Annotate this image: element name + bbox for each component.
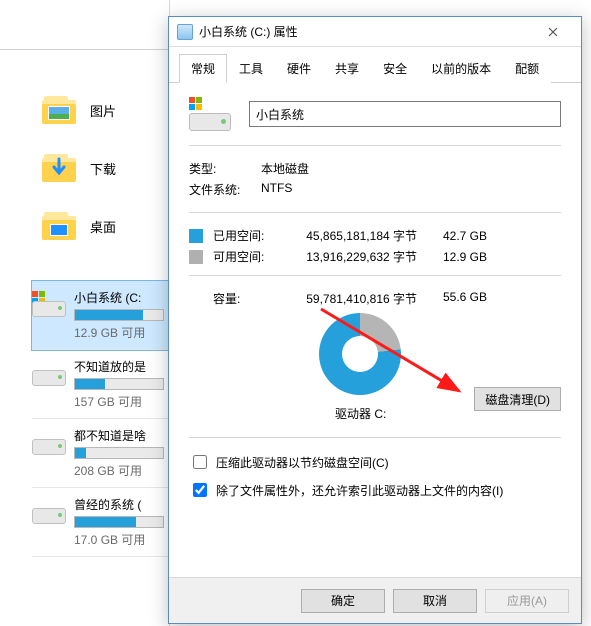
desktop-folder-icon (42, 212, 76, 240)
library-item-pictures[interactable]: 图片 (0, 90, 169, 148)
chart-drive-label: 驱动器 C: (335, 405, 386, 422)
library-label: 下载 (90, 159, 116, 178)
used-gb: 42.7 GB (425, 229, 487, 243)
drive-usage-bar (74, 516, 164, 528)
hdd-icon (32, 291, 66, 319)
tab-strip: 常规工具硬件共享安全以前的版本配额 (169, 47, 581, 83)
type-label: 类型: (189, 160, 261, 177)
drive-free-text: 17.0 GB 可用 (74, 531, 164, 548)
library-label: 桌面 (90, 217, 116, 236)
drive-name: 都不知道是啥 (74, 427, 164, 444)
drive-name: 曾经的系统 ( (74, 496, 164, 513)
tab-content-general: 类型:本地磁盘 文件系统:NTFS 已用空间: 45,865,181,184 字… (169, 83, 581, 518)
drive-free-text: 208 GB 可用 (74, 462, 164, 479)
titlebar: 小白系统 (C:) 属性 (169, 17, 581, 47)
drive-item-3[interactable]: 曾经的系统 ( 17.0 GB 可用 (32, 488, 170, 557)
drive-name-input[interactable] (249, 101, 561, 127)
close-button[interactable] (533, 18, 573, 46)
cap-gb: 55.6 GB (425, 290, 487, 307)
drive-item-2[interactable]: 都不知道是啥 208 GB 可用 (32, 419, 170, 488)
cancel-button[interactable]: 取消 (393, 589, 477, 613)
drive-usage-bar (74, 309, 164, 321)
tab-6[interactable]: 配额 (503, 54, 551, 83)
fs-label: 文件系统: (189, 181, 261, 198)
tab-2[interactable]: 硬件 (275, 54, 323, 83)
apply-button[interactable]: 应用(A) (485, 589, 569, 613)
library-label: 图片 (90, 101, 116, 120)
type-value: 本地磁盘 (261, 160, 309, 177)
downloads-folder-icon (42, 154, 76, 182)
used-label: 已用空间: (213, 227, 275, 244)
tab-0[interactable]: 常规 (179, 54, 227, 83)
index-label: 除了文件属性外，还允许索引此驱动器上文件的内容(I) (216, 482, 503, 499)
tab-5[interactable]: 以前的版本 (419, 54, 503, 83)
disk-cleanup-button[interactable]: 磁盘清理(D) (474, 387, 561, 411)
close-icon (548, 27, 558, 37)
index-option[interactable]: 除了文件属性外，还允许索引此驱动器上文件的内容(I) (189, 480, 561, 500)
used-swatch (189, 229, 203, 243)
drive-usage-bar (74, 447, 164, 459)
index-checkbox[interactable] (193, 483, 207, 497)
compress-checkbox[interactable] (193, 455, 207, 469)
compress-option[interactable]: 压缩此驱动器以节约磁盘空间(C) (189, 452, 561, 472)
fs-value: NTFS (261, 181, 292, 198)
drive-large-icon (189, 97, 231, 131)
dialog-title: 小白系统 (C:) 属性 (199, 23, 298, 40)
properties-dialog: 小白系统 (C:) 属性 常规工具硬件共享安全以前的版本配额 类型:本地磁盘 文… (168, 16, 582, 624)
free-label: 可用空间: (213, 248, 275, 265)
tab-4[interactable]: 安全 (371, 54, 419, 83)
hdd-icon (32, 498, 66, 526)
ok-button[interactable]: 确定 (301, 589, 385, 613)
tab-3[interactable]: 共享 (323, 54, 371, 83)
drive-name: 不知道放的是 (74, 358, 164, 375)
drive-item-0[interactable]: 小白系统 (C: 12.9 GB 可用 (32, 281, 170, 350)
cap-bytes: 59,781,410,816 字节 (275, 290, 425, 307)
drive-free-text: 12.9 GB 可用 (74, 324, 164, 341)
free-bytes: 13,916,229,632 字节 (275, 248, 425, 265)
free-gb: 12.9 GB (425, 250, 487, 264)
dialog-footer: 确定 取消 应用(A) (169, 577, 581, 623)
drive-icon (177, 24, 193, 40)
explorer-ribbon (0, 0, 169, 50)
pictures-folder-icon (42, 96, 76, 124)
explorer-sidebar: 图片下载桌面 小白系统 (C: 12.9 GB 可用不知道放的是 157 GB 可用… (0, 0, 170, 626)
drive-usage-bar (74, 378, 164, 390)
library-item-desktop[interactable]: 桌面 (0, 206, 169, 264)
tab-1[interactable]: 工具 (227, 54, 275, 83)
cap-label: 容量: (189, 290, 275, 307)
free-swatch (189, 250, 203, 264)
drive-free-text: 157 GB 可用 (74, 393, 164, 410)
usage-donut-chart (319, 313, 401, 395)
drive-item-1[interactable]: 不知道放的是 157 GB 可用 (32, 350, 170, 419)
hdd-icon (32, 360, 66, 388)
used-bytes: 45,865,181,184 字节 (275, 227, 425, 244)
hdd-icon (32, 429, 66, 457)
compress-label: 压缩此驱动器以节约磁盘空间(C) (216, 454, 389, 471)
library-item-downloads[interactable]: 下载 (0, 148, 169, 206)
drive-name: 小白系统 (C: (74, 289, 164, 306)
